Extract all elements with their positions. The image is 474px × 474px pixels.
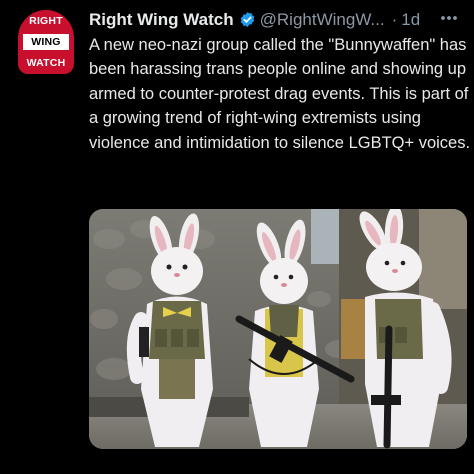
tweet-text: A new neo-nazi group called the "Bunnywa… (89, 36, 471, 152)
tweet-header: Right Wing Watch @RightWingW... · 1d (89, 9, 420, 31)
avatar-logo-line-3: WATCH (26, 57, 66, 69)
avatar-logo-line-2: WING (23, 34, 69, 50)
avatar[interactable]: RIGHT WING WATCH (18, 10, 74, 74)
separator-dot: · (391, 10, 398, 29)
verified-badge-icon (239, 11, 256, 28)
avatar-logo-line-1: RIGHT (29, 15, 63, 27)
author-name[interactable]: Right Wing Watch (89, 10, 234, 29)
tweet-image[interactable] (89, 209, 467, 449)
author-handle[interactable]: @RightWingW... (260, 10, 385, 29)
tweet-timestamp[interactable]: 1d (401, 10, 420, 29)
more-options-icon[interactable] (438, 8, 460, 28)
